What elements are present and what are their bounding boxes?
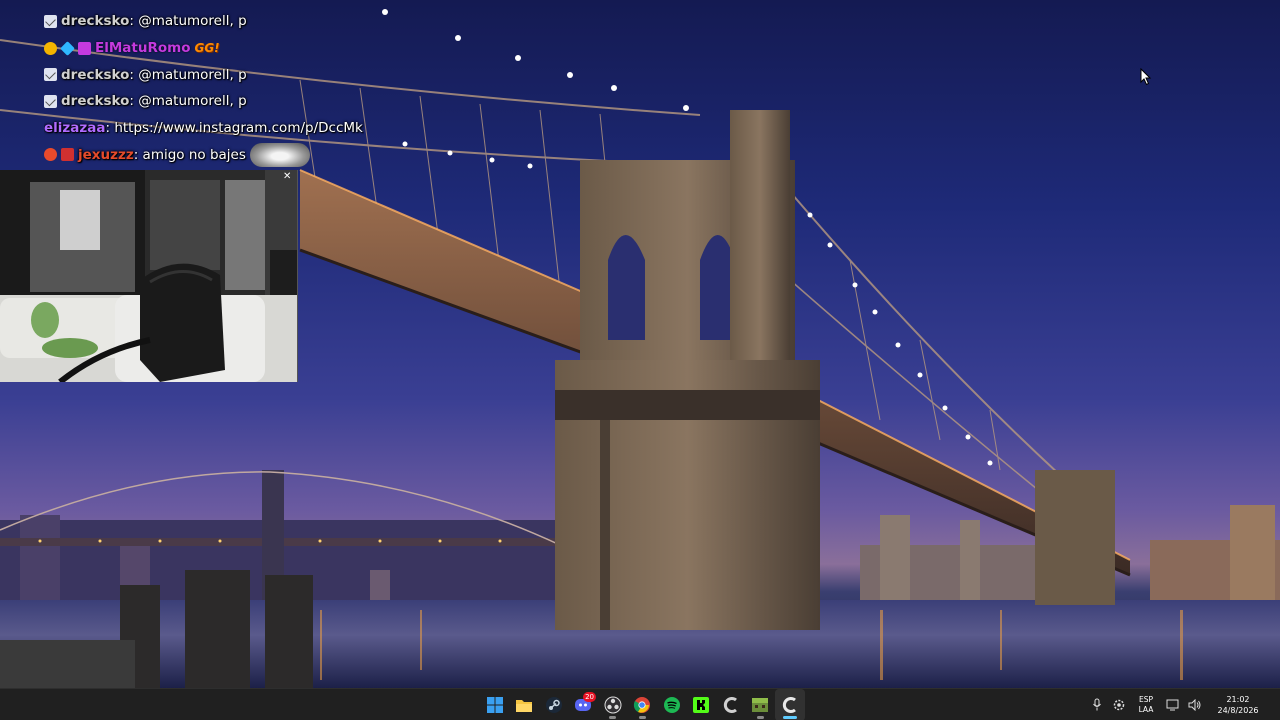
running-indicator [783,716,797,719]
ccleaner-icon [723,697,737,713]
chat-username: drecksko [61,66,130,83]
file-explorer-button[interactable] [510,689,540,720]
language-code: ESP [1138,695,1154,704]
cube-badge-icon [60,40,75,56]
notification-count-badge: 20 [583,692,596,702]
obs-icon [604,696,622,714]
bridge-tower [555,110,820,630]
keyboard-layout: LAA [1138,705,1154,714]
kick-button[interactable] [687,689,717,720]
monitor-icon [1166,699,1179,711]
chat-username: drecksko [61,93,130,110]
kick-icon [693,697,710,713]
webcam-room-scene [0,170,297,382]
chat-message: drecksko: @matumorell, p [44,88,364,115]
chat-message: drecksko: @matumorell, p [44,8,364,35]
far-bridge-tower [1035,470,1115,605]
chat-message: ElMatuRomo GG! [44,35,364,62]
chat-text: @matumorell, p [138,13,247,30]
folder-icon [516,700,533,712]
running-indicator [638,716,646,719]
chat-username: ElMatuRomo [95,40,191,57]
ccleaner-active-button[interactable] [775,689,805,720]
microphone-button[interactable] [1086,689,1108,720]
steam-button[interactable] [539,689,569,720]
windows-start-icon [486,697,503,713]
chat-username: jexuzzz [78,146,134,163]
network-settings-button[interactable] [1108,689,1130,720]
discord-button[interactable]: 20 [569,689,599,720]
mail-badge-icon [44,68,57,82]
input-language-button[interactable]: ESP LAA [1130,689,1162,720]
stream-chat-overlay: drecksko: @matumorell, p ElMatuRomo GG! … [44,8,364,168]
taskbar-app-icons: 20 [480,689,805,720]
running-indicator [756,716,764,719]
gold-badge-icon [44,41,57,55]
chat-username: drecksko [61,13,130,30]
chat-message: drecksko: @matumorell, p [44,61,364,88]
microphone-icon [1093,698,1101,711]
mail-badge-icon [44,94,57,108]
spotify-icon [663,697,680,713]
minecraft-button[interactable] [746,689,776,720]
chrome-icon [634,697,651,713]
clock-date: 24/8/2026 [1217,706,1259,715]
running-indicator [609,716,616,719]
spotify-button[interactable] [657,689,687,720]
chat-text: @matumorell, p [138,66,247,83]
ccleaner-button[interactable] [716,689,746,720]
chat-message: jexuzzz: amigo no bajes [44,141,364,168]
chat-message: elizazaa: https://www.instagram.com/p/Dc… [44,115,364,142]
chat-text: @matumorell, p [138,93,247,110]
subscriber-badge-icon [78,41,91,55]
emote-icon [249,142,310,167]
star-badge-icon [61,148,74,162]
chat-text: https://www.instagram.com/p/DccMk3c [114,120,364,137]
volume-icon [1188,699,1201,711]
red-badge-icon [44,148,57,162]
chrome-button[interactable] [628,689,658,720]
display-button[interactable] [1162,689,1184,720]
ccleaner-icon [782,697,796,713]
webcam-overlay: ✕ [0,170,298,382]
mouse-cursor-icon [1140,68,1152,86]
system-tray: ESP LAA 21:02 24/8/2026 [1086,689,1280,720]
taskbar: 20 ESP LAA 21:02 24/8/2026 [0,688,1280,720]
steam-icon [545,697,562,713]
volume-button[interactable] [1184,689,1206,720]
start-button[interactable] [480,689,510,720]
obs-button[interactable] [598,689,628,720]
chat-username: elizazaa [44,120,106,137]
mail-badge-icon [44,14,57,28]
chat-text: amigo no bajes [142,146,246,163]
network-gear-icon [1113,699,1125,711]
minecraft-icon [752,698,769,712]
gg-emote-icon: GG! [194,41,220,56]
clock-time: 21:02 [1226,695,1250,704]
clock-button[interactable]: 21:02 24/8/2026 [1206,689,1270,720]
close-icon[interactable]: ✕ [283,172,293,182]
